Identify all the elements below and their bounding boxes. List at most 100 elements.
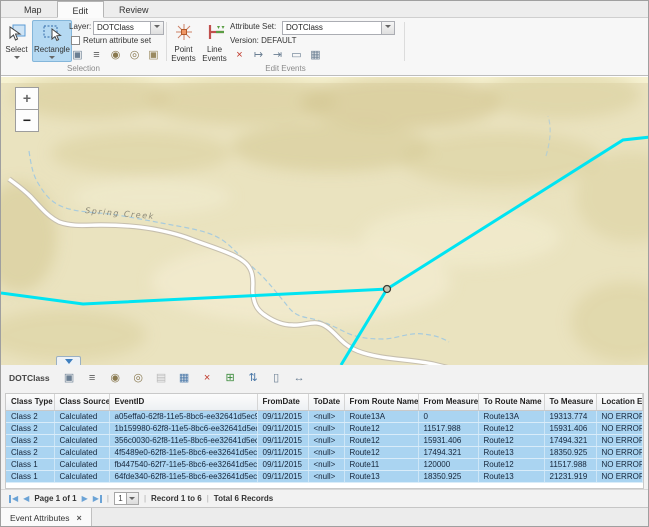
table-row[interactable]: Class 2Calculated1b159980-62f8-11e5-8bc6… [6,422,643,434]
table-cell[interactable]: Class 2 [6,446,54,458]
save-records-icon[interactable]: ▤ [154,371,169,386]
table-row[interactable]: Class 2Calculated4f5489e0-62f8-11e5-8bc6… [6,446,643,458]
table-cell[interactable]: Route12 [478,422,544,434]
table-cell[interactable]: 18350.925 [418,470,478,482]
line-events-button[interactable]: Line Events [200,20,229,66]
table-cell[interactable]: Route13A [344,410,418,422]
table-cell[interactable]: Class 2 [6,410,54,422]
table-cell[interactable]: a05effa0-62f8-11e5-8bc6-ee32641d5ec9 [109,410,257,422]
table-cell[interactable]: Class 1 [6,470,54,482]
events-panel-icon[interactable]: ▭ [289,48,304,63]
select-records-icon[interactable]: ▣ [62,371,77,386]
table-cell[interactable]: Calculated [54,410,109,422]
column-header[interactable]: From Route Name [344,394,418,410]
table-cell[interactable]: Calculated [54,422,109,434]
table-cell[interactable]: <null> [308,470,344,482]
table-cell[interactable]: 17494.321 [418,446,478,458]
table-cell[interactable]: 09/11/2015 [257,446,308,458]
column-header[interactable]: FromDate [257,394,308,410]
previous-page-button[interactable]: ◀ [23,494,29,503]
select-button[interactable]: Select [3,20,30,62]
select-dropdown-icon[interactable] [14,56,20,62]
events-grid-icon[interactable]: ▦ [308,48,323,63]
table-cell[interactable]: Route13 [344,470,418,482]
column-header[interactable]: Location Error [596,394,643,410]
table-cell[interactable]: <null> [308,422,344,434]
tab-review[interactable]: Review [104,1,164,17]
table-cell[interactable]: Calculated [54,458,109,470]
table-cell[interactable]: 18350.925 [544,446,596,458]
table-cell[interactable]: Calculated [54,470,109,482]
table-cell[interactable]: Class 2 [6,422,54,434]
add-record-icon[interactable]: ⊞ [223,371,238,386]
table-cell[interactable]: NO ERROR [596,458,643,470]
selection-options-icon[interactable]: ▣ [146,48,161,63]
map-canvas[interactable]: Spring Creek + − [1,77,648,365]
column-header[interactable]: To Measure [544,394,596,410]
table-cell[interactable]: Route13 [478,470,544,482]
table-cell[interactable]: 11517.988 [418,422,478,434]
table-cell[interactable]: <null> [308,446,344,458]
table-row[interactable]: Class 2Calculateda05effa0-62f8-11e5-8bc6… [6,410,643,422]
table-cell[interactable]: 4f5489e0-62f8-11e5-8bc6-ee32641d5ec9 [109,446,257,458]
table-cell[interactable]: NO ERROR [596,422,643,434]
last-page-button[interactable]: ▶ [93,494,102,503]
record-notes-icon[interactable]: ▯ [269,371,284,386]
column-header[interactable]: ToDate [308,394,344,410]
zoom-out-button[interactable]: − [15,109,39,132]
column-header[interactable]: Class Source [54,394,109,410]
table-cell[interactable]: NO ERROR [596,434,643,446]
table-cell[interactable]: NO ERROR [596,410,643,422]
table-cell[interactable]: 09/11/2015 [257,434,308,446]
table-cell[interactable]: 09/11/2015 [257,422,308,434]
zoom-to-selection-icon[interactable]: ◉ [108,48,123,63]
table-cell[interactable]: Class 1 [6,458,54,470]
table-cell[interactable]: Route12 [344,422,418,434]
switch-view-icon[interactable]: ▦ [177,371,192,386]
table-cell[interactable]: 1b159980-62f8-11e5-8bc6-ee32641d5ec9 [109,422,257,434]
column-header[interactable]: To Route Name [478,394,544,410]
point-events-button[interactable]: Point Events [168,20,199,66]
rectangle-button[interactable]: Rectangle [32,20,72,62]
tab-event-attributes[interactable]: Event Attributes × [1,508,92,527]
delete-record-icon[interactable]: × [200,371,215,386]
table-cell[interactable]: 356c0030-62f8-11e5-8bc6-ee32641d5ec9 [109,434,257,446]
rectangle-dropdown-icon[interactable] [49,56,55,62]
layer-dropdown-icon[interactable] [151,21,164,35]
table-cell[interactable]: <null> [308,410,344,422]
pan-to-selection-icon[interactable]: ◎ [127,48,142,63]
table-cell[interactable]: Calculated [54,434,109,446]
table-cell[interactable]: 09/11/2015 [257,458,308,470]
column-header[interactable]: Class Type [6,394,54,410]
measure-icon[interactable]: ↔ [292,371,307,386]
table-row[interactable]: Class 2Calculated356c0030-62f8-11e5-8bc6… [6,434,643,446]
layer-combobox[interactable]: DOTClass [93,21,164,35]
sort-records-icon[interactable]: ⇅ [246,371,261,386]
selection-list-icon[interactable]: ≡ [89,48,104,63]
table-cell[interactable]: NO ERROR [596,470,643,482]
table-cell[interactable]: Class 2 [6,434,54,446]
table-row[interactable]: Class 1Calculated64fde340-62f8-11e5-8bc6… [6,470,643,482]
show-all-records-icon[interactable]: ≡ [85,371,100,386]
table-cell[interactable]: fb447540-62f7-11e5-8bc6-ee32641d5ec9 [109,458,257,470]
collapse-panel-button[interactable] [56,356,81,365]
table-cell[interactable]: 0 [418,410,478,422]
tab-map[interactable]: Map [9,1,57,17]
table-cell[interactable]: Route12 [478,458,544,470]
table-cell[interactable]: 09/11/2015 [257,470,308,482]
pan-to-record-icon[interactable]: ◎ [131,371,146,386]
column-header[interactable]: EventID [109,394,257,410]
table-cell[interactable]: Route12 [344,434,418,446]
tab-edit[interactable]: Edit [57,1,105,18]
table-cell[interactable]: 120000 [418,458,478,470]
zoom-to-record-icon[interactable]: ◉ [108,371,123,386]
delete-events-icon[interactable]: × [232,48,247,63]
table-cell[interactable]: <null> [308,458,344,470]
table-row[interactable]: Class 1Calculatedfb447540-62f7-11e5-8bc6… [6,458,643,470]
table-cell[interactable]: 21231.919 [544,470,596,482]
table-cell[interactable]: Route12 [344,446,418,458]
table-cell[interactable]: Calculated [54,446,109,458]
table-cell[interactable]: Route13 [478,446,544,458]
page-number-combobox[interactable]: 1 [114,492,139,505]
trim-events-icon[interactable]: ⇥ [270,48,285,63]
